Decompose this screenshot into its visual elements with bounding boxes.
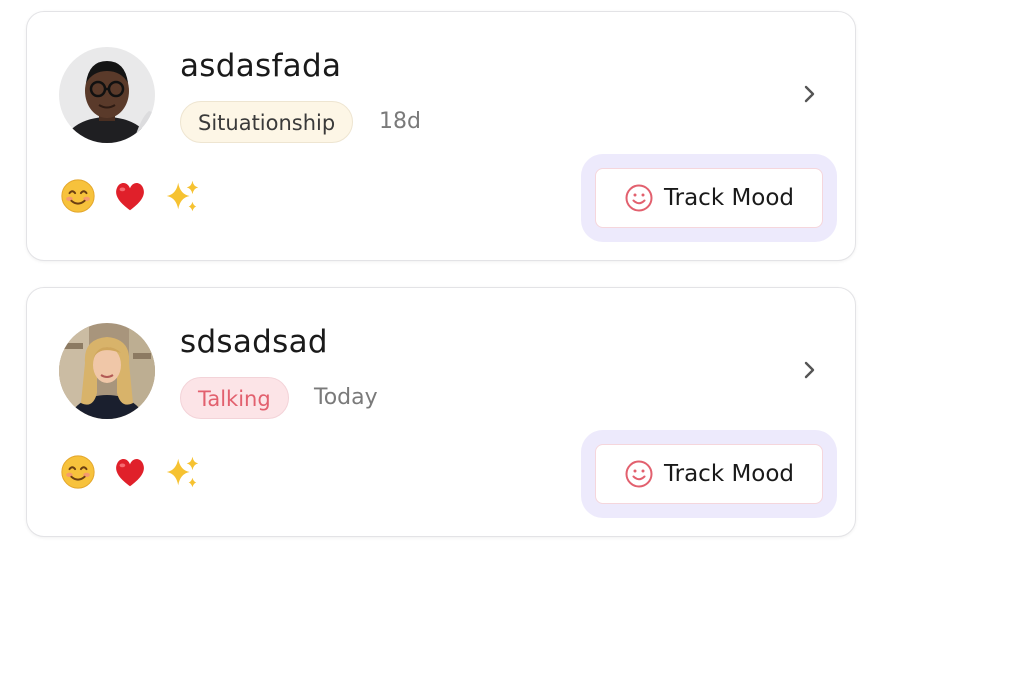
red-heart-icon — [116, 183, 144, 211]
contact-list: asdasfada Situationship 18d Track Mood s… — [26, 11, 856, 563]
sparkles-icon — [166, 456, 199, 488]
last-contact-time: 18d — [379, 109, 421, 134]
contact-name: asdasfada — [180, 48, 342, 84]
smiling-face-icon — [61, 179, 95, 213]
avatar — [59, 323, 155, 419]
smile-icon — [625, 184, 653, 212]
track-mood-label: Track Mood — [663, 461, 795, 487]
red-heart-icon — [116, 459, 144, 487]
chevron-right-icon[interactable] — [797, 82, 821, 106]
contact-name: sdsadsad — [180, 324, 328, 360]
last-contact-time: Today — [314, 385, 378, 410]
contact-card[interactable]: sdsadsad Talking Today Track Mood — [26, 287, 856, 537]
track-mood-label: Track Mood — [663, 185, 795, 211]
smile-icon — [625, 460, 653, 488]
track-mood-button[interactable]: Track Mood — [595, 168, 823, 228]
emoji-row — [59, 452, 215, 492]
contact-card[interactable]: asdasfada Situationship 18d Track Mood — [26, 11, 856, 261]
chevron-right-icon[interactable] — [797, 358, 821, 382]
track-mood-container: Track Mood — [581, 154, 837, 242]
smiling-face-icon — [61, 455, 95, 489]
emoji-row — [59, 176, 215, 216]
status-badge: Talking — [180, 377, 289, 419]
sparkles-icon — [166, 180, 199, 212]
track-mood-button[interactable]: Track Mood — [595, 444, 823, 504]
status-badge: Situationship — [180, 101, 354, 143]
avatar — [59, 47, 155, 143]
track-mood-container: Track Mood — [581, 430, 837, 518]
